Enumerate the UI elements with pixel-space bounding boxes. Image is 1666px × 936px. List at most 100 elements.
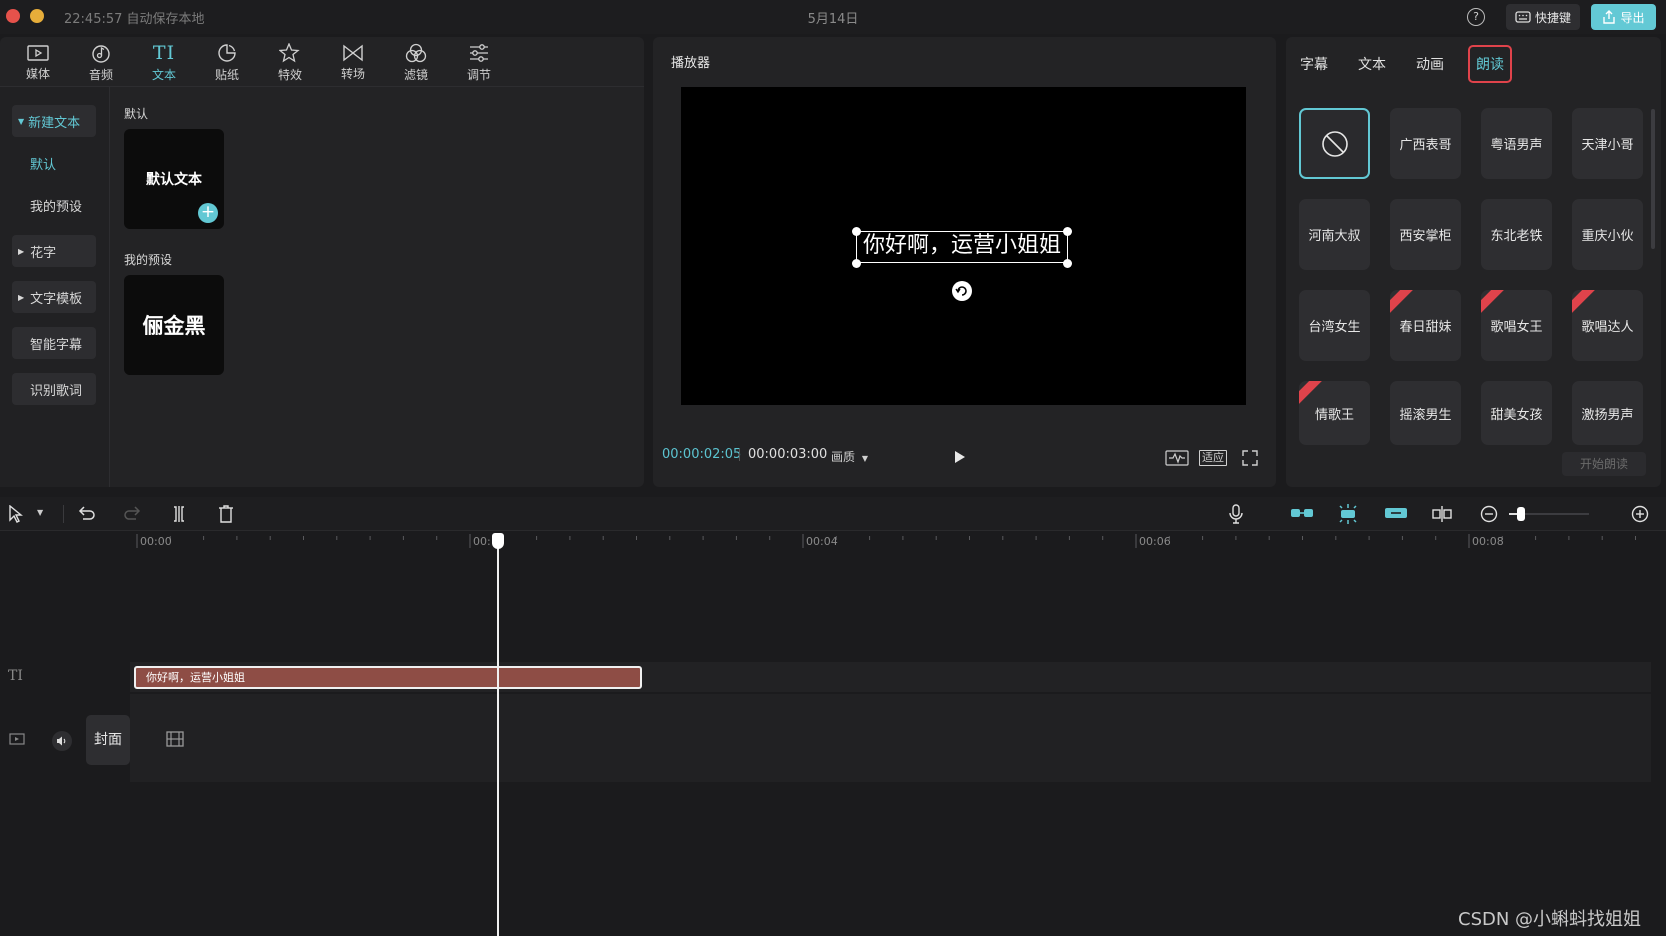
cat-templates[interactable]: ▶ 文字模板 (12, 281, 96, 313)
start-reading-button[interactable]: 开始朗读 (1562, 452, 1646, 476)
voice-item[interactable]: 春日甜妹 (1390, 290, 1461, 361)
cat-smart-subtitles[interactable]: 智能字幕 (12, 327, 96, 359)
voice-item[interactable]: 河南大叔 (1299, 199, 1370, 270)
tool-filter[interactable]: 滤镜 (388, 41, 444, 85)
trash-icon (219, 505, 233, 523)
voice-label: 河南大叔 (1308, 229, 1361, 244)
tool-adjust[interactable]: 调节 (451, 41, 507, 85)
playhead-handle[interactable] (492, 533, 504, 549)
zoom-slider-thumb[interactable] (1517, 507, 1525, 521)
tab-animation[interactable]: 动画 (1408, 45, 1452, 83)
voice-item[interactable]: 粤语男声 (1481, 108, 1552, 179)
voice-item[interactable]: 东北老铁 (1481, 199, 1552, 270)
delete-button[interactable] (218, 505, 234, 523)
snap-button[interactable] (1337, 503, 1359, 525)
resize-handle[interactable] (852, 259, 861, 268)
playhead[interactable] (497, 534, 499, 936)
voice-item[interactable]: 激扬男声 (1572, 381, 1643, 445)
rotate-handle[interactable] (952, 281, 972, 301)
help-icon: ? (1473, 10, 1479, 23)
tool-media[interactable]: 媒体 (10, 41, 66, 85)
effects-icon (279, 43, 300, 63)
tool-sticker[interactable]: 贴纸 (199, 41, 255, 85)
player-panel: 播放器 你好啊，运营小姐姐 00:00:02:05 00:00:03:00 画质… (653, 37, 1276, 487)
record-button[interactable] (1228, 504, 1244, 524)
tab-subtitles[interactable]: 字幕 (1292, 45, 1336, 83)
timeline-toolbar: ▼ (0, 497, 1666, 531)
align-button[interactable] (1431, 505, 1453, 523)
cover-button[interactable]: 封面 (86, 715, 130, 765)
tool-transition-label: 转场 (340, 67, 365, 81)
cat-lyrics[interactable]: 识别歌词 (12, 373, 96, 405)
video-canvas[interactable]: 你好啊，运营小姐姐 (681, 87, 1246, 405)
voice-item[interactable]: 广西表哥 (1390, 108, 1461, 179)
text-clip[interactable]: 你好啊，运营小姐姐 (134, 666, 642, 689)
waveform-button[interactable] (1165, 450, 1189, 466)
resize-handle[interactable] (1063, 259, 1072, 268)
voice-item[interactable]: 西安掌柜 (1390, 199, 1461, 270)
tool-text[interactable]: TI 文本 (136, 41, 192, 85)
voice-item[interactable]: 台湾女生 (1299, 290, 1370, 361)
voice-scrollbar[interactable] (1651, 109, 1655, 249)
quality-dropdown[interactable]: 画质 ▼ (831, 448, 868, 465)
preview-axis-button[interactable] (1384, 506, 1408, 520)
keyboard-icon (1515, 11, 1531, 23)
cat-my-presets[interactable]: 我的预设 (12, 189, 96, 221)
voice-label: 台湾女生 (1308, 320, 1361, 335)
text-track-icon: TI (8, 668, 23, 684)
tool-transition[interactable]: 转场 (325, 41, 381, 85)
add-text-button[interactable]: + (198, 203, 218, 223)
voice-none[interactable] (1299, 108, 1370, 179)
voice-item[interactable]: 歌唱达人 (1572, 290, 1643, 361)
zoom-out-button[interactable] (1480, 505, 1498, 523)
caption-text[interactable]: 你好啊，运营小姐姐 (856, 231, 1068, 263)
text-icon: TI (152, 42, 176, 64)
fit-label: 适应 (1202, 451, 1224, 464)
tab-text[interactable]: 文本 (1350, 45, 1394, 83)
tool-filter-label: 滤镜 (403, 68, 428, 82)
fullscreen-button[interactable] (1242, 450, 1258, 466)
voice-item[interactable]: 歌唱女王 (1481, 290, 1552, 361)
new-badge (1481, 290, 1508, 318)
preset-card-label: 俪金黑 (142, 314, 206, 338)
voice-item[interactable]: 甜美女孩 (1481, 381, 1552, 445)
mute-button[interactable] (52, 731, 72, 751)
main-toolbar: 媒体 音频 TI 文本 贴纸 特效 转场 滤镜 调节 (0, 37, 644, 87)
app-window: 22:45:57 自动保存本地 5月14日 ? 快捷键 导出 媒体 音频 TI … (0, 0, 1666, 936)
select-tool-button[interactable] (8, 505, 24, 523)
zoom-in-button[interactable] (1631, 505, 1649, 523)
microphone-icon (1229, 504, 1243, 524)
tool-audio[interactable]: 音频 (73, 41, 129, 85)
link-main-track-button[interactable] (1290, 506, 1314, 520)
split-button[interactable] (171, 505, 187, 523)
tool-effects[interactable]: 特效 (262, 41, 318, 85)
fit-button[interactable]: 适应 (1199, 450, 1227, 466)
voice-item[interactable]: 摇滚男生 (1390, 381, 1461, 445)
preset-card[interactable]: 俪金黑 (124, 275, 224, 375)
redo-button[interactable] (124, 505, 142, 521)
voice-item[interactable]: 天津小哥 (1572, 108, 1643, 179)
cat-fancy[interactable]: ▶ 花字 (12, 235, 96, 267)
tick-label: 00:08 (1472, 535, 1504, 548)
add-media-placeholder[interactable] (166, 731, 184, 747)
chevron-down-icon[interactable]: ▼ (37, 508, 43, 517)
shortcut-button[interactable]: 快捷键 (1506, 4, 1580, 30)
export-button[interactable]: 导出 (1591, 4, 1656, 30)
total-time: 00:00:03:00 (748, 447, 828, 462)
help-button[interactable]: ? (1467, 8, 1485, 26)
resize-handle[interactable] (852, 227, 861, 236)
play-button[interactable] (954, 450, 966, 464)
cat-new-text[interactable]: ▼ 新建文本 (12, 105, 96, 137)
voice-item[interactable]: 情歌王 (1299, 381, 1370, 445)
zoom-in-icon (1631, 505, 1649, 523)
timeline-ruler[interactable]: 00:00 00: 00:04 00:06 00:08 (0, 532, 1666, 552)
undo-button[interactable] (77, 505, 95, 521)
cat-default[interactable]: 默认 (12, 147, 96, 179)
tick-label: 00: (473, 535, 491, 548)
tick-label: 00:04 (806, 535, 838, 548)
resize-handle[interactable] (1063, 227, 1072, 236)
transition-icon (343, 44, 363, 62)
voice-item[interactable]: 重庆小伙 (1572, 199, 1643, 270)
tool-media-label: 媒体 (25, 67, 50, 81)
tab-read-aloud[interactable]: 朗读 (1468, 45, 1512, 83)
